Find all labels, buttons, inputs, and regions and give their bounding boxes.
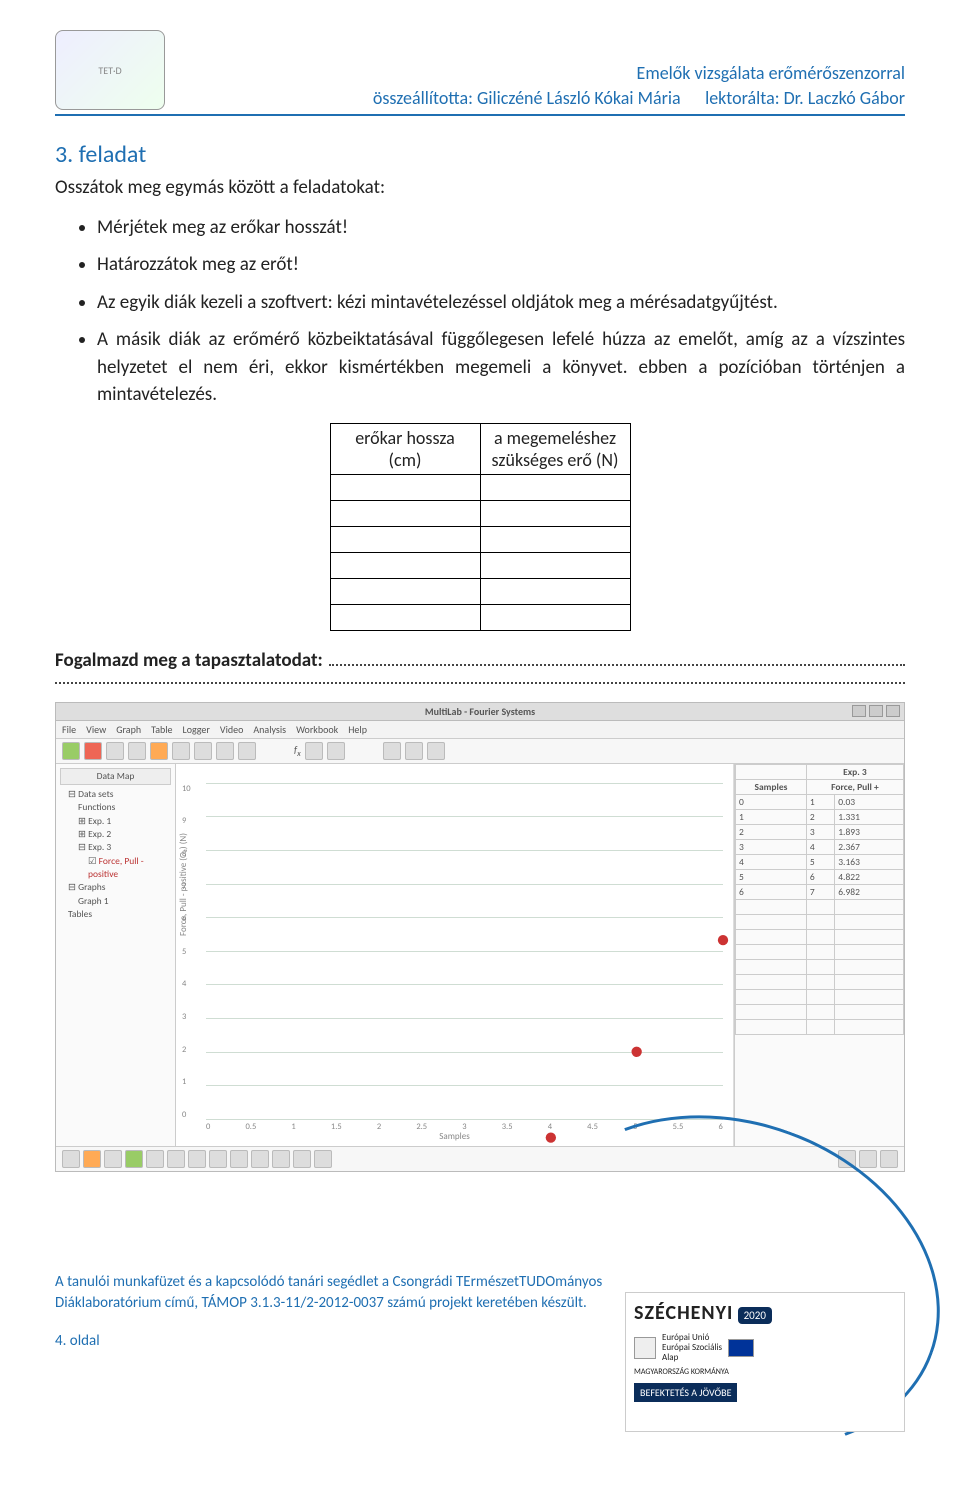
page-header: TET·D Emelők vizsgálata erőmérőszenzorra… [55,30,905,116]
reviewer-line: lektorálta: Dr. Laczkó Gábor [705,87,905,109]
table-row[interactable]: 231.893 [736,824,904,839]
logo-icon: TET·D [55,30,165,110]
task-bullets: Mérjétek meg az erőkar hosszát! Határozz… [55,214,905,409]
tree-node-graph1[interactable]: Graph 1 [60,895,171,908]
page-footer: A tanulói munkafüzet és a kapcsolódó tan… [55,1272,905,1432]
tool-button[interactable] [146,1150,164,1168]
tree-node-exp1[interactable]: ⊞ Exp. 1 [60,815,171,828]
answer-line [55,682,905,684]
tree-node-sensor[interactable]: ☑ Force, Pull - positive [60,855,171,882]
tool-button[interactable] [83,1150,101,1168]
close-button[interactable] [886,705,900,717]
table-row[interactable]: 121.331 [736,809,904,824]
stop-button[interactable] [84,742,102,760]
chart-area[interactable]: Force, Pull - positive (O₂) (N) Samples [176,764,734,1146]
toolbar-button[interactable] [194,742,212,760]
tool-button[interactable] [251,1150,269,1168]
tool-button[interactable] [62,1150,80,1168]
tool-button[interactable] [314,1150,332,1168]
task-heading: 3. feladat [55,140,905,169]
bullet-item: Mérjétek meg az erőkar hosszát! [97,214,905,242]
tool-button[interactable] [104,1150,122,1168]
prompt-label: Fogalmazd meg a tapasztalatodat: [55,649,323,672]
tool-button[interactable] [272,1150,290,1168]
menu-workbook[interactable]: Workbook [296,723,338,736]
menu-video[interactable]: Video [220,723,243,736]
rside-header-sensor: Force, Pull + [806,779,903,794]
tool-button[interactable] [209,1150,227,1168]
tree-node-functions[interactable]: Functions [60,801,171,814]
eu-flag-icon [728,1339,754,1357]
table-row[interactable]: 010.03 [736,794,904,809]
menu-logger[interactable]: Logger [183,723,210,736]
chart-svg [206,784,723,1146]
toolbar-button[interactable] [427,742,445,760]
tool-button[interactable] [167,1150,185,1168]
author-line: összeállította: Giliczéné László Kókai M… [373,87,681,109]
menu-graph[interactable]: Graph [116,723,141,736]
toolbar-button[interactable] [172,742,190,760]
toolbar-button[interactable] [216,742,234,760]
bullet-item: A másik diák az erőmérő közbeiktatásával… [97,326,905,409]
szechenyi-title: SZÉCHENYI [634,1301,733,1325]
app-title: MultiLab - Fourier Systems [425,705,535,718]
tool-button[interactable] [880,1150,898,1168]
maximize-button[interactable] [869,705,883,717]
szechenyi-box: SZÉCHENYI 2020 Európai Unió Európai Szoc… [625,1292,905,1432]
table-row[interactable]: 453.163 [736,854,904,869]
slogan: BEFEKTETÉS A JÖVŐBE [634,1383,737,1402]
toolbar-button[interactable] [150,742,168,760]
y-ticks: 01 23 45 67 89 10 [182,784,191,1120]
tree-node-exp2[interactable]: ⊞ Exp. 2 [60,828,171,841]
toolbar-button[interactable] [238,742,256,760]
bullet-item: Határozzátok meg az erőt! [97,251,905,279]
fx-button[interactable] [305,742,323,760]
coat-of-arms-icon [634,1337,656,1359]
tool-button[interactable] [859,1150,877,1168]
table-row[interactable]: 676.982 [736,884,904,899]
gov-line: MAGYARORSZÁG KORMÁNYA [634,1367,896,1377]
bullet-item: Az egyik diák kezeli a szoftvert: kézi m… [97,289,905,317]
tool-button[interactable] [125,1150,143,1168]
tree-node-tables[interactable]: Tables [60,908,171,921]
table-header-col1: erőkar hossza(cm) [330,423,480,474]
tree-node-datasets[interactable]: ⊟ Data sets [60,788,171,801]
app-titlebar: MultiLab - Fourier Systems [56,703,904,721]
eu-line: Alap [662,1353,722,1363]
table-row[interactable]: 342.367 [736,839,904,854]
run-button[interactable] [62,742,80,760]
tool-button[interactable] [293,1150,311,1168]
menu-view[interactable]: View [86,723,106,736]
table-row[interactable]: 564.822 [736,869,904,884]
tree-header: Data Map [60,768,171,785]
answer-line [329,647,905,666]
rside-header-exp: Exp. 3 [806,764,903,779]
data-map-panel: Data Map ⊟ Data sets Functions ⊞ Exp. 1 … [56,764,176,1146]
app-menubar: File View Graph Table Logger Video Analy… [56,721,904,739]
toolbar-button[interactable] [383,742,401,760]
toolbar-button[interactable] [405,742,423,760]
menu-analysis[interactable]: Analysis [253,723,286,736]
tool-button[interactable] [230,1150,248,1168]
toolbar-button[interactable] [128,742,146,760]
multilab-app-window: MultiLab - Fourier Systems File View Gra… [55,702,905,1172]
toolbar-button[interactable] [327,742,345,760]
table-header-col2: a megemeléshezszükséges erő (N) [480,423,630,474]
doc-title: Emelők vizsgálata erőmérőszenzorral [185,61,905,85]
toolbar-button[interactable] [106,742,124,760]
tree-node-exp3[interactable]: ⊟ Exp. 3 [60,841,171,854]
data-entry-table: erőkar hossza(cm) a megemeléshezszüksége… [330,423,631,631]
app-toolbar: fx [56,739,904,764]
rside-col-samples: Samples [736,779,807,794]
data-table-panel: Exp. 3 SamplesForce, Pull + 010.03 121.3… [734,764,904,1146]
szechenyi-year: 2020 [738,1307,772,1324]
tree-node-graphs[interactable]: ⊟ Graphs [60,881,171,894]
menu-file[interactable]: File [62,723,76,736]
tool-button[interactable] [188,1150,206,1168]
task-intro: Osszátok meg egymás között a feladatokat… [55,175,905,202]
menu-help[interactable]: Help [348,723,367,736]
menu-table[interactable]: Table [151,723,172,736]
minimize-button[interactable] [852,705,866,717]
